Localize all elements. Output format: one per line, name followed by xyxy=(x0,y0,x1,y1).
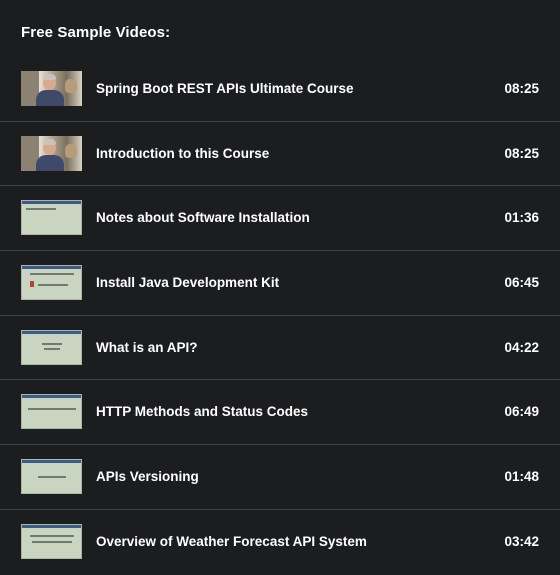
video-row[interactable]: Notes about Software Installation 01:36 xyxy=(0,186,560,252)
video-title[interactable]: What is an API? xyxy=(96,340,198,355)
video-duration: 08:25 xyxy=(504,81,539,96)
video-title[interactable]: Spring Boot REST APIs Ultimate Course xyxy=(96,81,354,96)
section-title: Free Sample Videos: xyxy=(21,24,171,41)
video-duration: 08:25 xyxy=(504,145,539,161)
video-title[interactable]: Install Java Development Kit xyxy=(96,275,279,290)
video-title[interactable]: APIs Versioning xyxy=(96,469,199,484)
video-row[interactable]: HTTP Methods and Status Codes 06:49 xyxy=(0,380,560,446)
video-duration: 06:45 xyxy=(504,275,539,291)
video-thumbnail[interactable] xyxy=(21,394,82,430)
video-duration: 01:48 xyxy=(504,469,539,485)
video-thumbnail[interactable] xyxy=(21,265,82,301)
video-list: Spring Boot REST APIs Ultimate Course 08… xyxy=(0,57,560,575)
video-title[interactable]: Overview of Weather Forecast API System xyxy=(96,534,367,549)
video-title[interactable]: Introduction to this Course xyxy=(96,146,269,161)
video-thumbnail[interactable] xyxy=(21,523,82,559)
video-row[interactable]: APIs Versioning 01:48 xyxy=(0,445,560,510)
video-thumbnail[interactable] xyxy=(21,329,82,365)
video-duration: 04:22 xyxy=(504,339,539,355)
video-duration: 06:49 xyxy=(504,404,539,420)
video-title[interactable]: Notes about Software Installation xyxy=(96,210,310,225)
video-thumbnail[interactable] xyxy=(21,200,82,236)
video-thumbnail[interactable] xyxy=(21,135,82,171)
video-thumbnail[interactable] xyxy=(21,459,82,495)
video-row[interactable]: Spring Boot REST APIs Ultimate Course 08… xyxy=(0,57,560,122)
video-row[interactable]: What is an API? 04:22 xyxy=(0,316,560,381)
video-duration: 01:36 xyxy=(504,210,539,226)
video-row[interactable]: Introduction to this Course 08:25 xyxy=(0,122,560,187)
video-row[interactable]: Overview of Weather Forecast API System … xyxy=(0,510,560,575)
video-title[interactable]: HTTP Methods and Status Codes xyxy=(96,404,308,419)
video-thumbnail[interactable] xyxy=(21,71,82,106)
video-duration: 03:42 xyxy=(504,533,539,549)
video-row[interactable]: Install Java Development Kit 06:45 xyxy=(0,251,560,316)
sample-videos-panel: Free Sample Videos: Spring Boot REST API… xyxy=(0,0,560,560)
